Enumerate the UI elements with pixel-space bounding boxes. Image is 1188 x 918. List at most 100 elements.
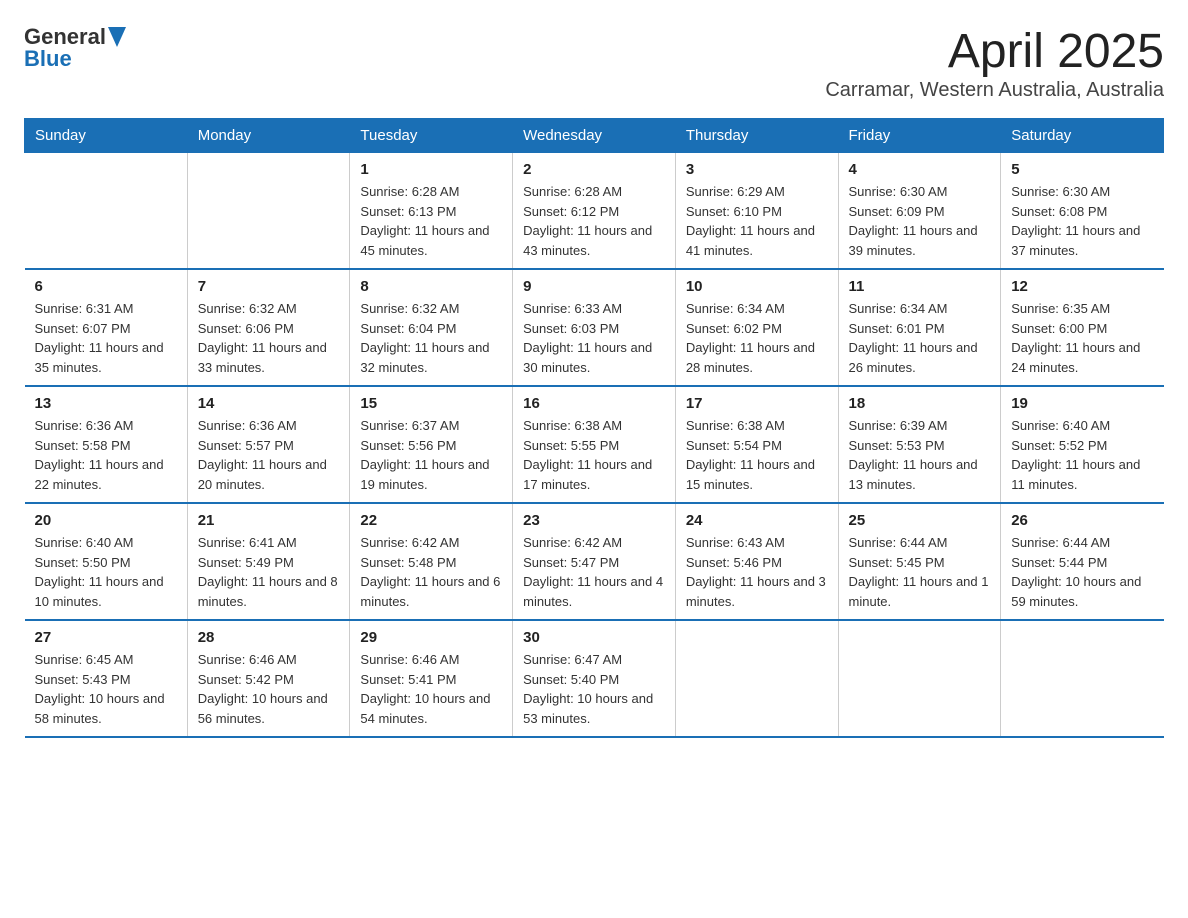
day-info: Sunrise: 6:44 AMSunset: 5:44 PMDaylight:… — [1011, 533, 1153, 611]
day-number: 12 — [1011, 278, 1153, 295]
logo-text-blue: Blue — [24, 46, 72, 72]
weekday-header-sunday: Sunday — [25, 119, 188, 153]
day-info: Sunrise: 6:29 AMSunset: 6:10 PMDaylight:… — [686, 182, 828, 260]
weekday-header-thursday: Thursday — [675, 119, 838, 153]
calendar-cell — [187, 153, 350, 270]
page-header: General Blue April 2025 Carramar, Wester… — [24, 24, 1164, 102]
day-info: Sunrise: 6:36 AMSunset: 5:58 PMDaylight:… — [35, 416, 177, 494]
day-info: Sunrise: 6:33 AMSunset: 6:03 PMDaylight:… — [523, 299, 665, 377]
week-row-3: 13Sunrise: 6:36 AMSunset: 5:58 PMDayligh… — [25, 386, 1164, 503]
day-number: 17 — [686, 395, 828, 412]
calendar-cell — [1001, 620, 1164, 737]
day-info: Sunrise: 6:38 AMSunset: 5:54 PMDaylight:… — [686, 416, 828, 494]
day-number: 27 — [35, 629, 177, 646]
calendar-cell: 8Sunrise: 6:32 AMSunset: 6:04 PMDaylight… — [350, 269, 513, 386]
day-info: Sunrise: 6:39 AMSunset: 5:53 PMDaylight:… — [849, 416, 991, 494]
weekday-header-saturday: Saturday — [1001, 119, 1164, 153]
calendar-cell: 20 Sunrise: 6:40 AMSunset: 5:50 PMDayligh… — [25, 503, 188, 620]
calendar-cell: 7Sunrise: 6:32 AMSunset: 6:06 PMDaylight… — [187, 269, 350, 386]
calendar-cell: 9 Sunrise: 6:33 AMSunset: 6:03 PMDaylight… — [513, 269, 676, 386]
day-number: 30 — [523, 629, 665, 646]
calendar-cell — [838, 620, 1001, 737]
day-number: 28 — [198, 629, 340, 646]
calendar-cell: 13Sunrise: 6:36 AMSunset: 5:58 PMDayligh… — [25, 386, 188, 503]
calendar-cell: 14 Sunrise: 6:36 AMSunset: 5:57 PMDayligh… — [187, 386, 350, 503]
calendar-cell — [675, 620, 838, 737]
day-number: 26 — [1011, 512, 1153, 529]
calendar-cell: 29 Sunrise: 6:46 AMSunset: 5:41 PMDayligh… — [350, 620, 513, 737]
day-number: 6 — [35, 278, 177, 295]
day-number: 9 — [523, 278, 665, 295]
day-number: 8 — [360, 278, 502, 295]
calendar-cell: 30 Sunrise: 6:47 AMSunset: 5:40 PMDayligh… — [513, 620, 676, 737]
location-title: Carramar, Western Australia, Australia — [825, 79, 1164, 102]
day-number: 5 — [1011, 161, 1153, 178]
calendar-cell: 1 Sunrise: 6:28 AMSunset: 6:13 PMDaylight… — [350, 153, 513, 270]
day-info: Sunrise: 6:40 AMSunset: 5:50 PMDaylight:… — [35, 533, 177, 611]
day-info: Sunrise: 6:36 AMSunset: 5:57 PMDaylight:… — [198, 416, 340, 494]
calendar-cell: 5 Sunrise: 6:30 AMSunset: 6:08 PMDaylight… — [1001, 153, 1164, 270]
calendar-cell: 18 Sunrise: 6:39 AMSunset: 5:53 PMDayligh… — [838, 386, 1001, 503]
day-info: Sunrise: 6:40 AMSunset: 5:52 PMDaylight:… — [1011, 416, 1153, 494]
calendar-cell: 12 Sunrise: 6:35 AMSunset: 6:00 PMDayligh… — [1001, 269, 1164, 386]
day-number: 19 — [1011, 395, 1153, 412]
day-info: Sunrise: 6:35 AMSunset: 6:00 PMDaylight:… — [1011, 299, 1153, 377]
calendar-cell: 6 Sunrise: 6:31 AMSunset: 6:07 PMDaylight… — [25, 269, 188, 386]
calendar-cell: 11 Sunrise: 6:34 AMSunset: 6:01 PMDayligh… — [838, 269, 1001, 386]
week-row-4: 20 Sunrise: 6:40 AMSunset: 5:50 PMDayligh… — [25, 503, 1164, 620]
day-info: Sunrise: 6:31 AMSunset: 6:07 PMDaylight:… — [35, 299, 177, 377]
day-info: Sunrise: 6:46 AMSunset: 5:41 PMDaylight:… — [360, 650, 502, 728]
weekday-header-friday: Friday — [838, 119, 1001, 153]
calendar-cell: 26 Sunrise: 6:44 AMSunset: 5:44 PMDayligh… — [1001, 503, 1164, 620]
calendar-cell: 27 Sunrise: 6:45 AMSunset: 5:43 PMDayligh… — [25, 620, 188, 737]
day-number: 3 — [686, 161, 828, 178]
day-info: Sunrise: 6:28 AMSunset: 6:12 PMDaylight:… — [523, 182, 665, 260]
day-number: 1 — [360, 161, 502, 178]
calendar-cell: 16Sunrise: 6:38 AMSunset: 5:55 PMDayligh… — [513, 386, 676, 503]
logo-arrow-icon — [108, 27, 126, 47]
calendar-cell: 25 Sunrise: 6:44 AMSunset: 5:45 PMDayligh… — [838, 503, 1001, 620]
day-number: 21 — [198, 512, 340, 529]
calendar-cell: 24 Sunrise: 6:43 AMSunset: 5:46 PMDayligh… — [675, 503, 838, 620]
month-title: April 2025 — [825, 24, 1164, 79]
day-number: 4 — [849, 161, 991, 178]
day-number: 20 — [35, 512, 177, 529]
day-info: Sunrise: 6:47 AMSunset: 5:40 PMDaylight:… — [523, 650, 665, 728]
weekday-header-monday: Monday — [187, 119, 350, 153]
day-info: Sunrise: 6:42 AMSunset: 5:47 PMDaylight:… — [523, 533, 665, 611]
day-info: Sunrise: 6:37 AMSunset: 5:56 PMDaylight:… — [360, 416, 502, 494]
week-row-2: 6 Sunrise: 6:31 AMSunset: 6:07 PMDaylight… — [25, 269, 1164, 386]
day-number: 2 — [523, 161, 665, 178]
day-number: 11 — [849, 278, 991, 295]
day-info: Sunrise: 6:41 AMSunset: 5:49 PMDaylight:… — [198, 533, 340, 611]
calendar-cell: 3 Sunrise: 6:29 AMSunset: 6:10 PMDaylight… — [675, 153, 838, 270]
calendar-cell — [25, 153, 188, 270]
calendar-cell: 2 Sunrise: 6:28 AMSunset: 6:12 PMDaylight… — [513, 153, 676, 270]
day-number: 22 — [360, 512, 502, 529]
day-info: Sunrise: 6:30 AMSunset: 6:09 PMDaylight:… — [849, 182, 991, 260]
day-number: 18 — [849, 395, 991, 412]
day-info: Sunrise: 6:28 AMSunset: 6:13 PMDaylight:… — [360, 182, 502, 260]
calendar-cell: 19 Sunrise: 6:40 AMSunset: 5:52 PMDayligh… — [1001, 386, 1164, 503]
day-number: 25 — [849, 512, 991, 529]
day-number: 29 — [360, 629, 502, 646]
calendar-table: SundayMondayTuesdayWednesdayThursdayFrid… — [24, 118, 1164, 738]
calendar-cell: 21 Sunrise: 6:41 AMSunset: 5:49 PMDayligh… — [187, 503, 350, 620]
logo: General Blue — [24, 24, 126, 72]
calendar-cell: 15 Sunrise: 6:37 AMSunset: 5:56 PMDayligh… — [350, 386, 513, 503]
day-info: Sunrise: 6:44 AMSunset: 5:45 PMDaylight:… — [849, 533, 991, 611]
day-number: 24 — [686, 512, 828, 529]
day-info: Sunrise: 6:30 AMSunset: 6:08 PMDaylight:… — [1011, 182, 1153, 260]
calendar-cell: 23 Sunrise: 6:42 AMSunset: 5:47 PMDayligh… — [513, 503, 676, 620]
day-number: 14 — [198, 395, 340, 412]
week-row-1: 1 Sunrise: 6:28 AMSunset: 6:13 PMDaylight… — [25, 153, 1164, 270]
day-info: Sunrise: 6:42 AMSunset: 5:48 PMDaylight:… — [360, 533, 502, 611]
day-number: 15 — [360, 395, 502, 412]
calendar-cell: 4 Sunrise: 6:30 AMSunset: 6:09 PMDaylight… — [838, 153, 1001, 270]
day-number: 23 — [523, 512, 665, 529]
day-info: Sunrise: 6:34 AMSunset: 6:01 PMDaylight:… — [849, 299, 991, 377]
day-info: Sunrise: 6:43 AMSunset: 5:46 PMDaylight:… — [686, 533, 828, 611]
weekday-header-wednesday: Wednesday — [513, 119, 676, 153]
day-number: 10 — [686, 278, 828, 295]
day-info: Sunrise: 6:45 AMSunset: 5:43 PMDaylight:… — [35, 650, 177, 728]
